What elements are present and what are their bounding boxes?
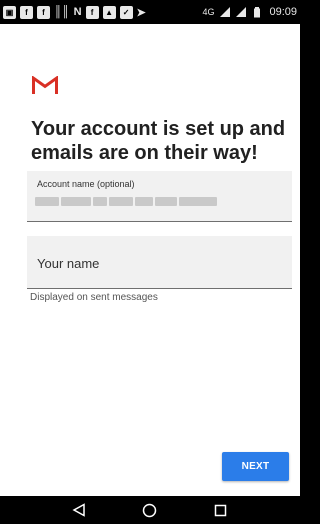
- facebook-icon: f: [85, 5, 99, 19]
- gmail-logo-icon: [32, 76, 58, 94]
- account-name-field[interactable]: Account name (optional): [27, 171, 292, 222]
- wifi-signal-icon: [236, 7, 247, 17]
- clock: 09:09: [269, 6, 297, 18]
- account-setup-screen: Your account is set up and emails are on…: [0, 24, 300, 496]
- battery-icon: [254, 7, 261, 18]
- gallery-icon: ▣: [3, 5, 16, 19]
- home-icon: [143, 503, 157, 517]
- next-button[interactable]: NEXT: [222, 452, 289, 481]
- n-icon: N: [73, 6, 82, 18]
- facebook-icon: f: [20, 5, 33, 19]
- android-navigation-bar: [0, 496, 300, 524]
- recents-button[interactable]: [206, 498, 236, 522]
- app-check-icon: ✓: [119, 5, 133, 19]
- account-name-redacted-value: [35, 197, 217, 206]
- signal-icon: [220, 7, 231, 17]
- image-icon: ▲: [102, 5, 116, 19]
- back-icon: [72, 503, 86, 517]
- stats-icon: ║║: [54, 6, 70, 18]
- status-bar: ▣ f f ║║ N f ▲ ✓ ➤ 4G 09:09: [0, 0, 300, 24]
- your-name-input[interactable]: [37, 256, 282, 271]
- account-name-label: Account name (optional): [37, 179, 135, 189]
- send-icon: ➤: [136, 6, 146, 19]
- your-name-field[interactable]: [27, 236, 292, 289]
- back-button[interactable]: [64, 498, 94, 522]
- home-button[interactable]: [135, 498, 165, 522]
- your-name-helper-text: Displayed on sent messages: [30, 292, 158, 303]
- page-title: Your account is set up and emails are on…: [31, 118, 286, 164]
- facebook-icon: f: [37, 5, 50, 19]
- network-type: 4G: [202, 7, 215, 17]
- recents-icon: [214, 504, 227, 516]
